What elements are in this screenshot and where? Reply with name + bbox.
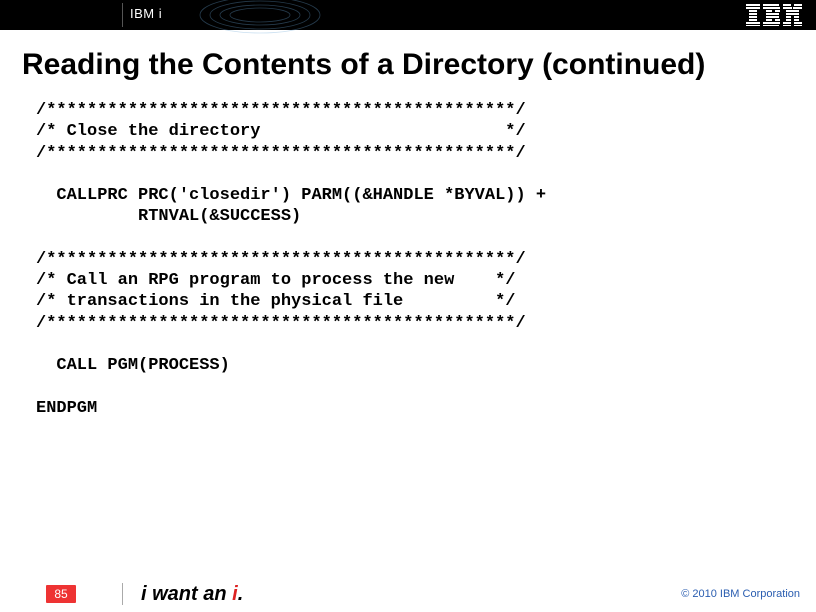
slogan-prefix: i want an	[141, 583, 232, 605]
code-block: /***************************************…	[36, 100, 816, 419]
ibm-logo	[746, 4, 802, 26]
code-line: /***************************************…	[36, 144, 526, 163]
footer-bar: 85 i want an i. © 2010 IBM Corporation	[0, 576, 816, 612]
code-line: /***************************************…	[36, 314, 526, 333]
page-number: 85	[46, 585, 75, 603]
code-line: /***************************************…	[36, 250, 526, 269]
slogan-suffix: .	[238, 583, 244, 605]
code-line: RTNVAL(&SUCCESS)	[36, 207, 301, 226]
code-line: CALL PGM(PROCESS)	[36, 356, 230, 375]
swirl-graphic	[190, 0, 390, 40]
header-divider	[122, 3, 123, 27]
code-line: /* Close the directory */	[36, 122, 526, 141]
header-bar: IBM i	[0, 0, 816, 30]
code-line: ENDPGM	[36, 399, 97, 418]
slide-title: Reading the Contents of a Directory (con…	[22, 48, 816, 82]
footer-divider	[122, 583, 123, 605]
code-line: /***************************************…	[36, 101, 526, 120]
slogan: i want an i.	[141, 583, 243, 606]
code-line: /* transactions in the physical file */	[36, 292, 515, 311]
code-line: CALLPRC PRC('closedir') PARM((&HANDLE *B…	[36, 186, 546, 205]
page-number-wrap: 85	[0, 585, 122, 603]
code-line: /* Call an RPG program to process the ne…	[36, 271, 515, 290]
copyright-text: © 2010 IBM Corporation	[681, 588, 800, 600]
brand-text: IBM i	[130, 6, 162, 21]
